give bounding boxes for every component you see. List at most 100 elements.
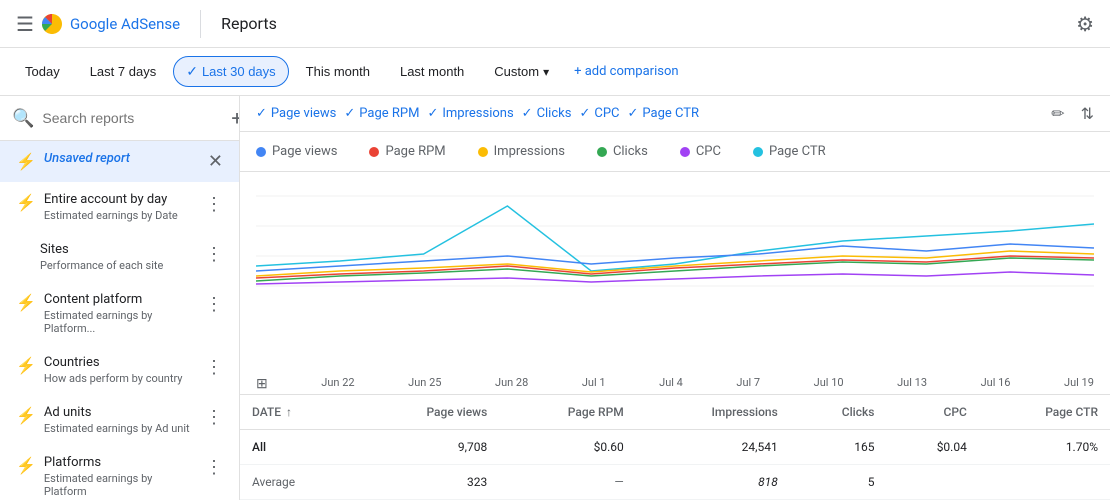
col-impressions[interactable]: Impressions [636, 395, 790, 430]
row-all-clicks: 165 [790, 430, 887, 465]
row-avg-page-ctr [979, 465, 1110, 500]
search-row: 🔍 + [0, 96, 239, 141]
sidebar-item-entire-account-sub: Estimated earnings by Date [44, 209, 197, 222]
check-icon: ✓ [344, 106, 355, 121]
table-row: Average 323 — 818 5 [240, 465, 1110, 500]
data-table: DATE ↑ Page views Page RPM Impressions C… [240, 394, 1110, 500]
sidebar-item-sites[interactable]: Sites Performance of each site ⋮ [0, 232, 239, 282]
more-icon[interactable]: ⋮ [205, 407, 223, 428]
legend-dot-clicks [597, 147, 607, 157]
brand-name: Google AdSense [70, 15, 180, 33]
legend-page-ctr: Page CTR [753, 144, 826, 159]
col-page-rpm[interactable]: Page RPM [499, 395, 636, 430]
check-icon: ✓ [627, 106, 638, 121]
platforms-icon: ⚡ [16, 456, 36, 475]
sidebar-item-ad-units[interactable]: ⚡ Ad units Estimated earnings by Ad unit… [0, 395, 239, 445]
more-icon[interactable]: ⋮ [205, 244, 223, 265]
edit-icon[interactable]: ✏ [1051, 104, 1064, 123]
sidebar-item-platforms[interactable]: ⚡ Platforms Estimated earnings by Platfo… [0, 445, 239, 500]
legend-dot-page-rpm [369, 147, 379, 157]
sidebar-item-countries[interactable]: ⚡ Countries How ads perform by country ⋮ [0, 345, 239, 395]
filter-last-month[interactable]: Last month [387, 57, 477, 86]
sidebar-item-platforms-title: Platforms [44, 455, 197, 470]
row-all-page-rpm: $0.60 [499, 430, 636, 465]
legend-dot-cpc [680, 147, 690, 157]
chart-icon: ⚡ [16, 193, 36, 212]
sidebar-item-countries-sub: How ads perform by country [44, 372, 197, 385]
x-axis: ⊞ Jun 22 Jun 25 Jun 28 Jul 1 Jul 4 Jul 7… [240, 374, 1110, 394]
sidebar-item-ad-units-title: Ad units [44, 405, 197, 420]
more-icon[interactable]: ⋮ [205, 357, 223, 378]
more-icon[interactable]: ⋮ [205, 457, 223, 478]
chip-page-rpm[interactable]: ✓ Page RPM [344, 106, 419, 121]
col-clicks[interactable]: Clicks [790, 395, 887, 430]
search-input[interactable] [42, 110, 223, 126]
sidebar-item-content-platform-sub: Estimated earnings by Platform... [44, 309, 197, 335]
legend-page-views: Page views [256, 144, 337, 159]
sidebar-item-content-platform[interactable]: ⚡ Content platform Estimated earnings by… [0, 282, 239, 345]
filter-last7[interactable]: Last 7 days [77, 57, 170, 86]
legend-page-rpm: Page RPM [369, 144, 445, 159]
add-report-button[interactable]: + [231, 106, 240, 130]
gear-icon[interactable]: ⚙ [1076, 12, 1094, 36]
col-cpc[interactable]: CPC [886, 395, 978, 430]
sort-icon: ↑ [286, 405, 292, 419]
chip-impressions[interactable]: ✓ Impressions [427, 106, 513, 121]
chip-cpc[interactable]: ✓ CPC [579, 106, 619, 121]
close-icon[interactable]: ✕ [208, 151, 223, 172]
filter-icon[interactable]: ⇅ [1081, 104, 1094, 123]
legend-dot-impressions [478, 147, 488, 157]
row-avg-page-rpm: — [499, 465, 636, 500]
legend-clicks: Clicks [597, 144, 648, 159]
row-all-date: All [240, 430, 355, 465]
filter-last30[interactable]: ✓ Last 30 days [173, 56, 288, 87]
more-icon[interactable]: ⋮ [205, 294, 223, 315]
more-icon[interactable]: ⋮ [205, 194, 223, 215]
filter-this-month[interactable]: This month [293, 57, 383, 86]
chip-page-views[interactable]: ✓ Page views [256, 106, 336, 121]
filter-bar: Today Last 7 days ✓ Last 30 days This mo… [0, 48, 1110, 96]
row-all-cpc: $0.04 [886, 430, 978, 465]
sidebar-item-countries-title: Countries [44, 355, 197, 370]
check-icon: ✓ [427, 106, 438, 121]
row-all-impressions: 24,541 [636, 430, 790, 465]
ad-units-icon: ⚡ [16, 406, 36, 425]
countries-icon: ⚡ [16, 356, 36, 375]
line-chart-svg [256, 176, 1094, 306]
sidebar-item-entire-account-title: Entire account by day [44, 192, 197, 207]
sidebar: 🔍 + ⚡ Unsaved report ✕ ⚡ Entire account … [0, 96, 240, 500]
row-avg-cpc [886, 465, 978, 500]
check-icon: ✓ [522, 106, 533, 121]
filter-today[interactable]: Today [12, 57, 73, 86]
filter-custom[interactable]: Custom ▾ [481, 57, 562, 86]
sidebar-item-content-platform-title: Content platform [44, 292, 197, 307]
adsense-logo-icon [40, 12, 64, 36]
main-layout: 🔍 + ⚡ Unsaved report ✕ ⚡ Entire account … [0, 96, 1110, 500]
sidebar-item-platforms-sub: Estimated earnings by Platform [44, 472, 197, 498]
search-icon: 🔍 [12, 108, 34, 129]
row-all-page-views: 9,708 [355, 430, 500, 465]
check-icon: ✓ [579, 106, 590, 121]
sidebar-item-sites-title: Sites [40, 242, 197, 257]
legend-bar: Page views Page RPM Impressions Clicks C… [240, 132, 1110, 172]
table-row: All 9,708 $0.60 24,541 165 $0.04 1.70% [240, 430, 1110, 465]
col-page-ctr[interactable]: Page CTR [979, 395, 1110, 430]
col-date[interactable]: DATE ↑ [240, 395, 355, 430]
platform-icon: ⚡ [16, 293, 36, 312]
menu-icon[interactable]: ☰ [16, 12, 34, 36]
chip-bar: ✓ Page views ✓ Page RPM ✓ Impressions ✓ … [240, 96, 1110, 132]
sidebar-item-unsaved[interactable]: ⚡ Unsaved report ✕ [0, 141, 239, 182]
chip-clicks[interactable]: ✓ Clicks [522, 106, 572, 121]
sidebar-item-entire-account[interactable]: ⚡ Entire account by day Estimated earnin… [0, 182, 239, 232]
chip-page-ctr[interactable]: ✓ Page CTR [627, 106, 699, 121]
unsaved-icon: ⚡ [16, 152, 36, 171]
col-page-views[interactable]: Page views [355, 395, 500, 430]
topbar-divider [200, 10, 201, 38]
sidebar-item-unsaved-title: Unsaved report [44, 151, 200, 166]
page-title: Reports [221, 14, 277, 33]
check-icon: ✓ [256, 106, 267, 121]
chevron-down-icon: ▾ [543, 65, 549, 79]
sidebar-item-ad-units-sub: Estimated earnings by Ad unit [44, 422, 197, 435]
topbar: ☰ Google AdSense Reports ⚙ [0, 0, 1110, 48]
add-comparison-btn[interactable]: + add comparison [574, 64, 678, 79]
